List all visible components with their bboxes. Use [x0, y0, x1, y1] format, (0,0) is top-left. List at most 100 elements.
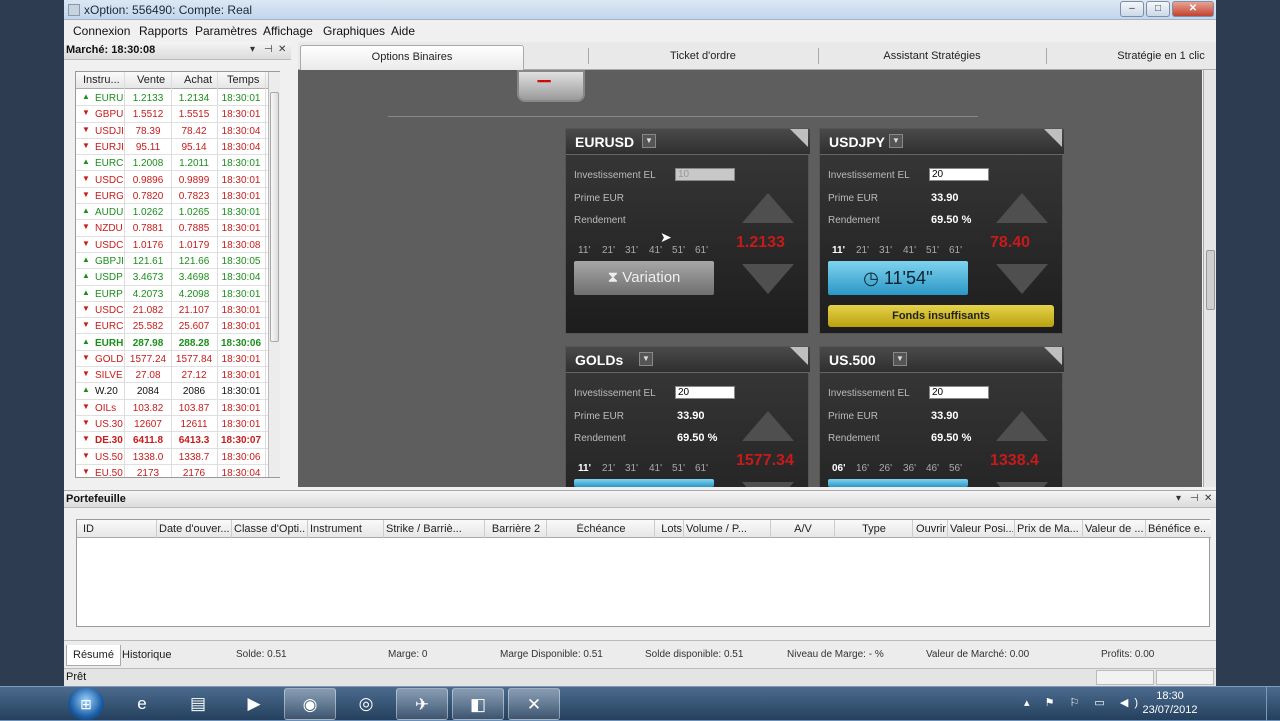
pin-icon[interactable]: ⊣ — [1190, 493, 1199, 504]
expiry-option[interactable]: 51' — [926, 245, 939, 256]
investment-input[interactable]: 20 — [929, 386, 989, 399]
tab-strategie-1-clic[interactable]: Stratégie en 1 clic — [1046, 45, 1276, 70]
call-arrow-button[interactable] — [742, 193, 794, 223]
portfolio-column-header[interactable]: Barrière 2 — [487, 523, 545, 535]
market-row[interactable]: ▲ EURPL 4.2073 4.2098 18:30:01 — [76, 286, 279, 302]
expiry-option[interactable]: 11' — [578, 245, 590, 256]
market-row[interactable]: ▼ USDCI 0.9896 0.9899 18:30:01 — [76, 172, 279, 188]
market-row[interactable]: ▼ EURGE 0.7820 0.7823 18:30:01 — [76, 188, 279, 205]
start-button[interactable]: ⊞ — [68, 688, 104, 720]
close-icon[interactable]: ✕ — [1204, 493, 1212, 504]
market-row[interactable]: ▲ AUDU 1.0262 1.0265 18:30:01 — [76, 204, 279, 221]
explorer-icon[interactable]: ▤ — [172, 688, 224, 720]
market-row[interactable]: ▼ SILVEI 27.08 27.12 18:30:01 — [76, 367, 279, 384]
show-desktop-button[interactable] — [1266, 687, 1280, 721]
portfolio-column-header[interactable]: ID — [83, 523, 155, 535]
call-arrow-button[interactable] — [996, 193, 1048, 223]
expiry-option[interactable]: 41' — [649, 463, 662, 474]
col-achat[interactable]: Achat — [184, 74, 212, 86]
col-instrument[interactable]: Instru... — [83, 74, 120, 86]
card-fold-corner[interactable] — [1044, 347, 1062, 365]
market-row[interactable]: ▼ EU.50 2173 2176 18:30:04 — [76, 465, 279, 477]
chrome-icon[interactable]: ◎ — [340, 688, 392, 720]
chevron-down-icon[interactable]: ▼ — [639, 352, 653, 366]
call-arrow-button[interactable] — [996, 411, 1048, 441]
scroll-thumb[interactable] — [1206, 250, 1215, 310]
clock[interactable]: 18:30 23/07/2012 — [1140, 689, 1200, 717]
expiry-option[interactable]: 31' — [625, 245, 638, 256]
card-fold-corner[interactable] — [790, 347, 808, 365]
firefox-icon[interactable]: ◉ — [284, 688, 336, 720]
chevron-down-icon[interactable]: ▾ — [1176, 493, 1181, 504]
portfolio-column-header[interactable]: Échéance — [549, 523, 653, 535]
expiry-option[interactable]: 21' — [602, 463, 615, 474]
expiry-option[interactable]: 61' — [695, 245, 708, 256]
market-row[interactable]: ▼ GBPUS 1.5512 1.5515 18:30:01 — [76, 106, 279, 123]
timer-display[interactable]: ◷ 11'54'' — [828, 261, 968, 295]
ie-icon[interactable]: e — [116, 688, 168, 720]
maximize-button[interactable]: □ — [1146, 1, 1170, 17]
market-row[interactable]: ▼ USDJP 78.39 78.42 18:30:04 — [76, 123, 279, 139]
expiry-option[interactable]: 41' — [903, 245, 916, 256]
expiry-option[interactable]: 46' — [926, 463, 939, 474]
expiry-option[interactable]: 31' — [879, 245, 892, 256]
market-row[interactable]: ▲ GBPJP 121.61 121.66 18:30:05 — [76, 253, 279, 270]
market-row[interactable]: ▼ DE.30 6411.8 6413.3 18:30:07 — [76, 432, 279, 449]
menu-graphiques[interactable]: Graphiques — [323, 24, 385, 38]
market-row[interactable]: ▲ USDPL 3.4673 3.4698 18:30:04 — [76, 269, 279, 286]
market-row[interactable]: ▼ US.50 1338.0 1338.7 18:30:06 — [76, 449, 279, 465]
investment-input[interactable]: 20 — [929, 168, 989, 181]
market-row[interactable]: ▲ W.20 2084 2086 18:30:01 — [76, 383, 279, 400]
investment-input[interactable]: 20 — [675, 386, 735, 399]
expiry-option[interactable]: 51' — [672, 463, 685, 474]
market-row[interactable]: ▲ EURUS 1.2133 1.2134 18:30:01 — [76, 90, 279, 107]
expiry-option[interactable]: 51' — [672, 245, 685, 256]
portfolio-column-header[interactable]: Lots — [657, 523, 682, 535]
pin-icon[interactable]: ⊣ — [264, 44, 273, 55]
call-arrow-button[interactable] — [742, 411, 794, 441]
chevron-down-icon[interactable]: ▼ — [642, 134, 656, 148]
media-player-icon[interactable]: ▶ — [228, 688, 280, 720]
expiry-option[interactable]: 61' — [949, 245, 962, 256]
portfolio-column-header[interactable]: Volume / P... — [686, 523, 769, 535]
card-fold-corner[interactable] — [1044, 129, 1062, 147]
app-icon[interactable]: ◧ — [452, 688, 504, 720]
expiry-option[interactable]: 11' — [578, 463, 591, 474]
expiry-option[interactable]: 21' — [856, 245, 869, 256]
close-icon[interactable]: ✕ — [278, 44, 286, 55]
col-vente[interactable]: Vente — [137, 74, 165, 86]
menu-aide[interactable]: Aide — [391, 24, 415, 38]
portfolio-column-header[interactable]: Strike / Barriè... — [386, 523, 483, 535]
investment-input[interactable]: 10 — [675, 168, 735, 181]
market-row[interactable]: ▲ EURH 287.98 288.28 18:30:06 — [76, 335, 279, 351]
put-arrow-button[interactable] — [996, 264, 1048, 294]
market-row[interactable]: ▼ NZDU 0.7881 0.7885 18:30:01 — [76, 220, 279, 237]
col-temps[interactable]: Temps — [227, 74, 259, 86]
expiry-option[interactable]: 56' — [949, 463, 962, 474]
menu-connexion[interactable]: Connexion — [73, 24, 130, 38]
variation-button[interactable]: ⧗ Variation — [574, 261, 714, 295]
portfolio-column-header[interactable]: Type — [837, 523, 911, 535]
chevron-down-icon[interactable]: ▼ — [889, 134, 903, 148]
market-row[interactable]: ▼ USDC/1.0176 1.0179 18:30:08 — [76, 237, 279, 253]
put-arrow-button[interactable] — [996, 482, 1048, 487]
put-arrow-button[interactable] — [742, 482, 794, 487]
scroll-thumb[interactable] — [270, 92, 279, 342]
menu-rapports[interactable]: Rapports — [139, 24, 188, 38]
xoption-icon[interactable]: ✈ — [396, 688, 448, 720]
portfolio-column-header[interactable]: Valeur Posi... — [950, 523, 1013, 535]
portfolio-column-header[interactable]: Date d'ouver... — [159, 523, 230, 535]
expiry-option[interactable]: 36' — [903, 463, 916, 474]
market-row[interactable]: ▼ US.30 12607 12611 18:30:01 — [76, 416, 279, 433]
tab-options-binaires[interactable]: Options Binaires — [300, 45, 524, 70]
tab-assistant-strategies[interactable]: Assistant Stratégies — [818, 45, 1046, 70]
expiry-option[interactable]: 31' — [625, 463, 638, 474]
expiry-option[interactable]: 26' — [879, 463, 892, 474]
portfolio-column-header[interactable]: A/V — [773, 523, 833, 535]
expiry-option[interactable]: 61' — [695, 463, 708, 474]
menu-affichage[interactable]: Affichage — [263, 24, 313, 38]
market-row[interactable]: ▼ USDC2 21.082 21.107 18:30:01 — [76, 302, 279, 319]
timer-display[interactable] — [828, 479, 968, 487]
put-arrow-button[interactable] — [742, 264, 794, 294]
card-fold-corner[interactable] — [790, 129, 808, 147]
